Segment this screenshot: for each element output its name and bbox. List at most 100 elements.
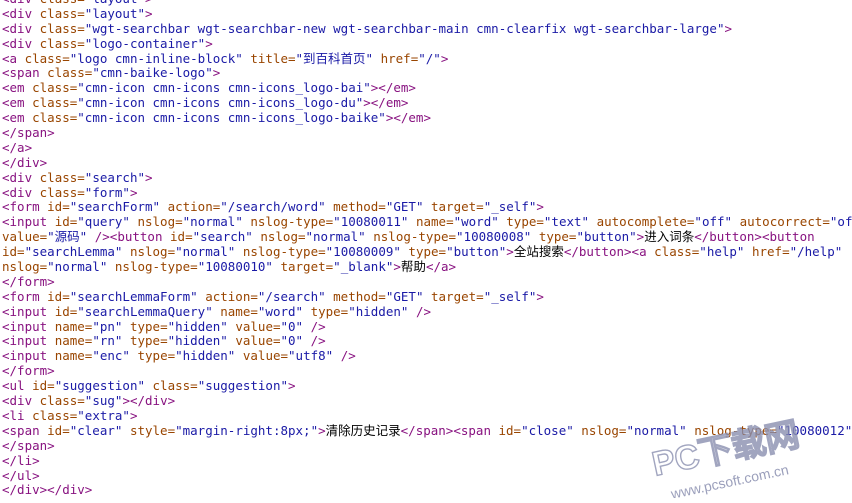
source-line: <ul id="suggestion" class="suggestion">: [0, 378, 852, 394]
source-token-attr: class=: [145, 378, 198, 394]
source-token-tag: </button><a: [563, 244, 655, 260]
source-token-attr: name=: [54, 348, 93, 364]
source-line: </div>: [0, 154, 852, 171]
source-token-tag: >: [145, 169, 153, 185]
source-line: </form>: [0, 273, 852, 290]
source-token-tag: >: [536, 199, 544, 215]
source-token-val: "button": [446, 244, 507, 260]
source-token-tag: <input: [2, 333, 55, 349]
source-token-val: "wgt-searchbar wgt-searchbar-new wgt-sea…: [84, 20, 725, 36]
source-token-val: "text": [543, 214, 590, 230]
source-token-attr: nslog-type=: [235, 244, 326, 260]
source-token-tag: <input: [2, 214, 55, 230]
source-token-attr: href=: [373, 50, 419, 66]
source-token-tag: >: [129, 407, 138, 423]
source-token-tag: <div: [2, 169, 40, 185]
source-token-attr: nslog=: [129, 214, 183, 230]
source-token-tag: >: [318, 422, 326, 438]
source-token-attr: target=: [423, 199, 484, 215]
source-token-attr: nslog=: [2, 259, 48, 275]
source-line: </form>: [0, 363, 852, 379]
source-token-tag: />: [333, 348, 356, 364]
source-token-tag: ></em>: [370, 80, 416, 96]
source-token-attr: type=: [498, 214, 544, 230]
source-token-attr: class=: [32, 95, 78, 111]
source-line: value="源码" /><button id="search" nslog="…: [0, 229, 852, 245]
source-token-tag: <input: [2, 348, 55, 364]
source-token-val: "hidden": [167, 333, 228, 349]
source-line: </div></div>: [0, 482, 852, 498]
source-token-tag: <input: [2, 318, 55, 334]
source-token-tag: >: [536, 288, 544, 304]
source-token-val: "normal": [47, 259, 108, 275]
source-token-tag: >: [724, 20, 733, 36]
source-token-attr: id=: [47, 288, 70, 304]
source-line: </ul>: [0, 468, 852, 484]
source-token-attr: method=: [325, 199, 386, 215]
source-token-val: "search": [192, 229, 253, 245]
source-token-val: "cmn-icon cmn-icons cmn-icons_logo-du": [77, 95, 364, 111]
source-line: <form id="searchLemmaForm" action="/sear…: [0, 288, 852, 305]
source-token-val: "normal": [175, 244, 236, 260]
source-token-attr: nslog-type=: [107, 259, 198, 275]
source-token-attr: target=: [272, 259, 334, 275]
source-token-attr: value=: [2, 229, 48, 245]
source-token-val: "suggestion": [197, 378, 288, 394]
source-line: <div class="sug"></div>: [0, 393, 852, 409]
source-token-tag: <div: [2, 393, 40, 409]
source-token-tag: </span>: [2, 437, 55, 453]
source-token-attr: type=: [303, 303, 349, 319]
source-line: <div class="layout">: [0, 5, 852, 22]
source-token-val: "extra": [77, 407, 130, 423]
source-token-attr: class=: [32, 110, 78, 126]
source-token-tag: ></em>: [363, 95, 409, 111]
source-token-tag: <em: [2, 80, 33, 96]
source-token-tag: <em: [2, 95, 33, 111]
source-token-attr: class=: [39, 169, 85, 185]
source-line: <input id="query" nslog="normal" nslog-t…: [0, 214, 852, 230]
source-token-val: "off": [694, 214, 733, 230]
source-token-tag: ></em>: [385, 110, 431, 126]
source-token-attr: class=: [39, 393, 85, 409]
source-token-val: "normal": [626, 422, 687, 438]
source-token-attr: method=: [325, 288, 386, 304]
source-token-val: "10080010": [197, 259, 273, 275]
source-token-tag: <input: [2, 303, 55, 319]
source-token-val: "normal": [182, 214, 243, 230]
source-token-attr: action=: [160, 199, 221, 215]
source-token-tag: </span>: [2, 125, 55, 141]
source-token-attr: value=: [227, 333, 281, 349]
source-token-val: "10080008": [456, 229, 532, 245]
source-token-val: "hidden": [167, 318, 228, 334]
html-source-view: <div class="layout"><div class="layout">…: [0, 0, 852, 502]
source-token-attr: nslog=: [122, 244, 176, 260]
source-token-val: "/search/word": [220, 199, 326, 215]
source-token-attr: href=: [744, 244, 790, 260]
source-token-val: "suggestion": [54, 378, 145, 394]
source-line: <input name="enc" type="hidden" value="u…: [0, 348, 852, 364]
source-token-tag: </div>: [2, 154, 48, 170]
source-token-tag: </form>: [2, 273, 55, 289]
source-token-tag: <div: [2, 5, 40, 21]
source-token-val: "cmn-icon cmn-icons cmn-icons_logo-baike…: [77, 110, 386, 126]
source-token-tag: <span: [2, 422, 48, 438]
source-token-val: "_blank": [333, 259, 394, 275]
source-line: <div class="logo-container">: [0, 36, 852, 52]
source-token-val: "_self": [483, 199, 537, 215]
source-token-val: "0": [280, 333, 304, 349]
source-token-tag: >: [212, 65, 221, 81]
source-token-tag: <form: [2, 288, 48, 304]
source-token-tag: ></div>: [122, 393, 176, 409]
source-token-attr: name=: [212, 303, 258, 319]
source-token-tag: </div></div>: [2, 482, 93, 498]
source-token-attr: id=: [170, 229, 193, 245]
source-token-attr: nslog-type=: [365, 229, 457, 245]
source-token-attr: class=: [39, 5, 85, 21]
source-token-attr: nslog-type=: [242, 214, 334, 230]
source-token-val: "margin-right:8px;": [175, 422, 319, 438]
source-token-val: "hidden": [348, 303, 409, 319]
source-token-val: "enc": [92, 348, 130, 364]
source-token-val: "form": [84, 184, 130, 200]
source-token-attr: type=: [122, 333, 168, 349]
source-token-val: "0": [280, 318, 304, 334]
